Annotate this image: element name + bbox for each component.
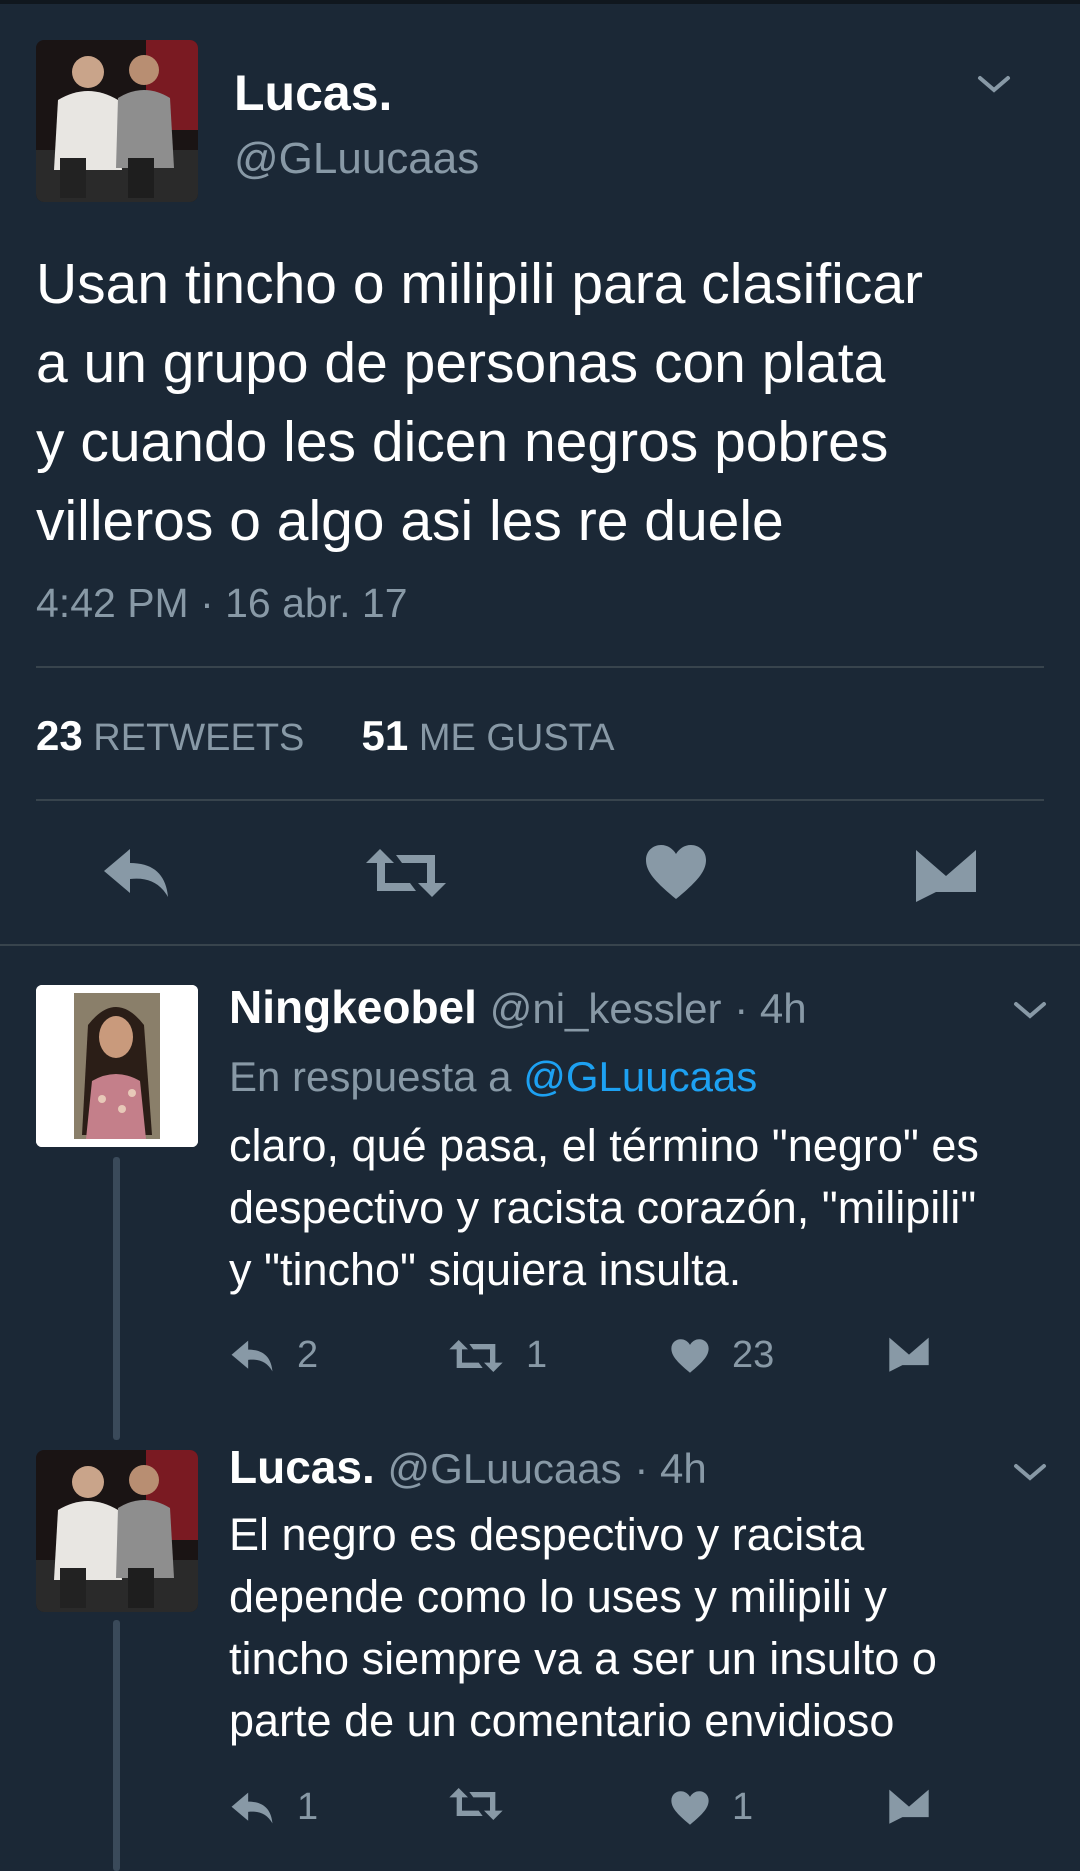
avatar[interactable] [36,985,198,1147]
tweet-text-line: Usan tincho o milipili para clasificar [36,252,924,316]
heart-icon [671,1790,709,1825]
reply-text-line: y "tincho" siquiera insulta. [229,1244,742,1295]
reply-button[interactable]: 2 [229,1334,318,1377]
reply-text-line: El negro es despectivo y racista [229,1509,865,1560]
in-reply-to-handle[interactable]: @GLuucaas [523,1053,757,1100]
retweet-icon [449,1339,503,1372]
in-reply-to: En respuesta a @GLuucaas [229,1053,757,1101]
retweet-count: 1 [526,1334,548,1376]
tweet-text-line: villeros o algo asi les re duele [36,489,784,553]
message-icon[interactable] [914,848,978,902]
likes-count[interactable]: 51 [362,712,409,759]
tweet-stats: 23 RETWEETS 51 ME GUSTA [36,712,614,760]
reply-author-handle[interactable]: @GLuucaas [388,1445,622,1492]
heart-icon [671,1338,709,1373]
reply-text: El negro es despectivo y racista depende… [229,1504,1049,1752]
thread-line [113,1157,120,1440]
reply-icon [231,1792,273,1823]
avatar-photo [36,985,198,1147]
reply-text-line: tincho siempre va a ser un insulto o [229,1633,937,1684]
reply-author[interactable]: Ningkeobel @ni_kessler · 4h [229,980,807,1034]
reply-text: claro, qué pasa, el término "negro" es d… [229,1115,1049,1301]
reply-icon [231,1340,273,1371]
retweet-icon [449,1788,503,1820]
avatar-photo [36,1450,198,1612]
avatar-photo [36,40,198,202]
author-handle[interactable]: @GLuucaas [234,134,479,184]
tweet-text-line: y cuando les dicen negros pobres [36,410,889,474]
reply-count: 2 [297,1334,319,1376]
reply-author-name[interactable]: Lucas. [229,1441,375,1493]
retweets-count[interactable]: 23 [36,712,83,759]
reply-author[interactable]: Lucas. @GLuucaas · 4h [229,1440,707,1494]
reply-count: 1 [297,1786,319,1828]
like-button[interactable]: 1 [670,1786,753,1829]
avatar[interactable] [36,1450,198,1612]
tweet-text-line: a un grupo de personas con plata [36,331,886,395]
retweet-icon[interactable] [364,847,448,899]
reply-time[interactable]: · 4h [634,1445,706,1492]
message-icon[interactable] [888,1788,930,1824]
tweet-text: Usan tincho o milipili para clasificar a… [36,245,1046,561]
retweet-button[interactable] [448,1786,526,1822]
likes-label[interactable]: ME GUSTA [419,717,615,759]
top-edge [0,0,1080,4]
chevron-down-icon[interactable] [976,72,1012,96]
reply-author-handle[interactable]: @ni_kessler [490,985,722,1032]
in-reply-to-label: En respuesta a [229,1053,524,1100]
reply-time[interactable]: · 4h [734,985,806,1032]
divider [36,799,1044,801]
divider [36,666,1044,668]
author-name[interactable]: Lucas. [234,64,392,122]
reply-text-line: parte de un comentario envidioso [229,1695,895,1746]
message-icon[interactable] [888,1336,930,1372]
like-count: 23 [732,1334,775,1376]
like-count: 1 [732,1786,754,1828]
reply-text-line: despectivo y racista corazón, "milipili" [229,1182,977,1233]
like-button[interactable]: 23 [670,1334,774,1377]
reply-text-line: depende como lo uses y milipili y [229,1571,887,1622]
avatar[interactable] [36,40,198,202]
chevron-down-icon[interactable] [1012,998,1048,1022]
thread-line [113,1620,120,1871]
reply-text-line: claro, qué pasa, el término "negro" es [229,1120,979,1171]
retweet-button[interactable]: 1 [448,1334,547,1377]
reply-icon[interactable] [100,845,172,901]
heart-icon[interactable] [644,843,708,901]
reply-button[interactable]: 1 [229,1786,318,1829]
divider [0,944,1080,946]
retweets-label[interactable]: RETWEETS [93,717,304,759]
reply-author-name[interactable]: Ningkeobel [229,981,477,1033]
chevron-down-icon[interactable] [1012,1460,1048,1484]
tweet-timestamp[interactable]: 4:42 PM · 16 abr. 17 [36,580,408,627]
